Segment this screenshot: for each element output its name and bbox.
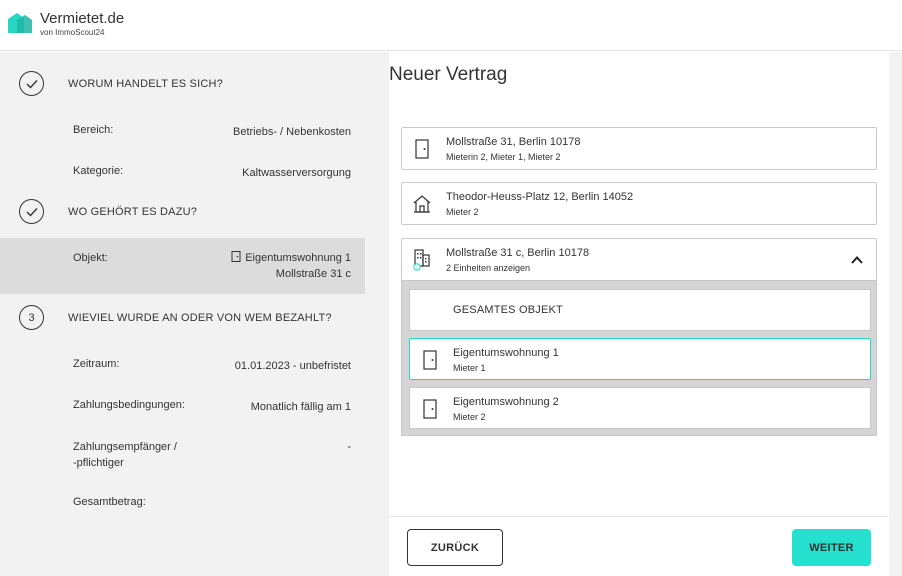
step-1-title: WORUM HANDELT ES SICH? [68,78,223,90]
summary-row-gesamtbetrag: Gesamtbetrag: [0,496,365,516]
back-button[interactable]: ZURÜCK [407,529,503,566]
zeitraum-label: Zeitraum: [73,358,120,370]
brand-subtitle: von ImmoScout24 [40,28,105,37]
unit-name: Eigentumswohnung 2 [453,396,559,408]
zahlungsbedingungen-value: Monatlich fällig am 1 [250,401,351,413]
summary-row-bereich: Bereich: Betriebs- / Nebenkosten [0,124,365,144]
property-card-expanded[interactable]: 1 Mollstraße 31 c, Berlin 10178 2 Einhei… [401,238,877,281]
objekt-value: Eigentumswohnung 1 Mollstraße 31 c [231,250,351,282]
door-icon [415,139,429,159]
objekt-value-2: Mollstraße 31 c [275,268,351,280]
unit-name: Eigentumswohnung 1 [453,347,559,359]
footer-divider [389,516,889,517]
units-panel: GESAMTES OBJEKT Eigentumswohnung 1 Miete… [401,280,877,436]
unit-option-all-label: GESAMTES OBJEKT [453,304,563,316]
property-tenants: Mieterin 2, Mieter 1, Mieter 2 [446,152,561,162]
unit-option-all[interactable]: GESAMTES OBJEKT [409,289,871,331]
unit-option[interactable]: Eigentumswohnung 2 Mieter 2 [409,387,871,429]
kategorie-label: Kategorie: [73,165,124,177]
step-3-title: WIEVIEL WURDE AN ODER VON WEM BEZAHLT? [68,312,332,324]
unit-option[interactable]: Eigentumswohnung 1 Mieter 1 [409,338,871,380]
building-icon: 1 [413,249,430,271]
main-panel: Neuer Vertrag Mollstraße 31, Berlin 1017… [389,52,889,576]
property-address: Mollstraße 31, Berlin 10178 [446,136,581,148]
summary-sidebar: WORUM HANDELT ES SICH? Bereich: Betriebs… [0,52,389,576]
empfaenger-label: Zahlungsempfänger / -pflichtiger [73,439,177,471]
summary-row-kategorie: Kategorie: Kaltwasserversorgung [0,165,365,185]
door-icon [423,399,437,419]
kategorie-value: Kaltwasserversorgung [242,167,351,179]
step-3[interactable]: 3 WIEVIEL WURDE AN ODER VON WEM BEZAHLT? [0,298,389,338]
step-1[interactable]: WORUM HANDELT ES SICH? [0,64,389,104]
house-icon [413,195,431,213]
objekt-label: Objekt: [73,252,108,264]
step-3-number: 3 [19,305,44,330]
right-margin [889,52,902,576]
property-address: Mollstraße 31 c, Berlin 10178 [446,247,590,259]
next-button[interactable]: WEITER [792,529,871,566]
summary-row-zeitraum: Zeitraum: 01.01.2023 - unbefristet [0,358,365,378]
zeitraum-value: 01.01.2023 - unbefristet [234,360,351,372]
property-card[interactable]: Theodor-Heuss-Platz 12, Berlin 14052 Mie… [401,182,877,225]
summary-row-empfaenger: Zahlungsempfänger / -pflichtiger - [0,439,365,475]
summary-row-objekt: Objekt: Eigentumswohnung 1 Mollstraße 31… [0,238,365,294]
empfaenger-value: - [347,441,351,453]
summary-row-zahlungsbedingungen: Zahlungsbedingungen: Monatlich fällig am… [0,399,365,419]
chevron-up-icon[interactable] [850,253,864,267]
logo-icon [8,13,32,33]
door-icon [231,251,241,262]
check-icon [19,199,44,224]
brand-name: Vermietet.de [40,10,125,27]
step-2[interactable]: WO GEHÖRT ES DAZU? [0,192,389,232]
empfaenger-label-line2: -pflichtiger [73,457,124,469]
property-card[interactable]: Mollstraße 31, Berlin 10178 Mieterin 2, … [401,127,877,170]
zahlungsbedingungen-label: Zahlungsbedingungen: [73,399,185,411]
empfaenger-label-line1: Zahlungsempfänger / [73,441,177,453]
unit-tenant: Mieter 2 [453,412,486,422]
property-address: Theodor-Heuss-Platz 12, Berlin 14052 [446,191,634,203]
gesamtbetrag-label: Gesamtbetrag: [73,496,146,508]
objekt-value-1: Eigentumswohnung 1 [245,252,351,264]
show-units-link[interactable]: 2 Einheiten anzeigen [446,263,530,273]
unit-tenant: Mieter 1 [453,363,486,373]
check-icon [19,71,44,96]
bereich-label: Bereich: [73,124,114,136]
page-title: Neuer Vertrag [389,64,508,85]
bereich-value: Betriebs- / Nebenkosten [232,126,351,138]
top-bar: Vermietet.de von ImmoScout24 [0,0,902,51]
step-2-title: WO GEHÖRT ES DAZU? [68,206,198,218]
door-icon [423,350,437,370]
property-tenants: Mieter 2 [446,207,479,217]
